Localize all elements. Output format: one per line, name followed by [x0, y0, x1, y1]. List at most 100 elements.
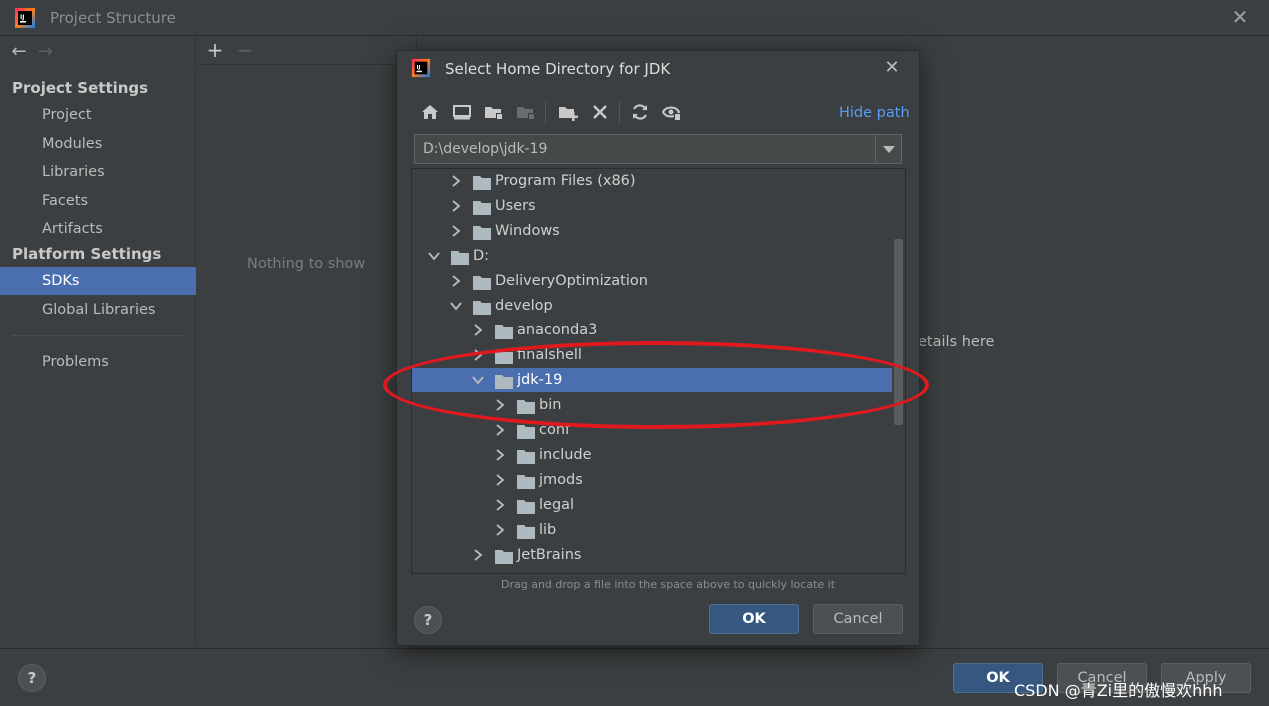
details-placeholder-text: etails here — [918, 334, 995, 350]
folder-icon — [473, 224, 491, 240]
refresh-icon[interactable] — [629, 101, 651, 123]
svg-text:IJ: IJ — [20, 14, 24, 21]
tree-row-label: finalshell — [517, 347, 582, 363]
sidebar-item-sdks[interactable]: SDKs — [0, 267, 196, 295]
remove-sdk-button[interactable]: − — [235, 39, 255, 61]
folder-icon — [517, 523, 535, 539]
sidebar-separator — [12, 335, 184, 336]
project-folder-icon[interactable] — [483, 101, 505, 123]
dialog-ok-button[interactable]: OK — [709, 604, 799, 634]
path-dropdown-arrow[interactable] — [875, 135, 901, 163]
intellij-logo-icon: IJ — [411, 58, 431, 78]
chevron-right-icon[interactable] — [493, 493, 507, 517]
forward-arrow-icon[interactable]: → — [34, 41, 56, 63]
chevron-down-icon[interactable] — [449, 294, 463, 318]
add-sdk-button[interactable]: + — [205, 39, 225, 61]
chevron-right-icon[interactable] — [449, 194, 463, 218]
folder-icon — [451, 249, 469, 265]
chevron-right-icon[interactable] — [493, 393, 507, 417]
folder-icon — [495, 548, 513, 564]
tree-row-label: DeliveryOptimization — [495, 273, 648, 289]
tree-row[interactable]: JetBrains — [412, 543, 892, 567]
tree-row[interactable]: DeliveryOptimization — [412, 269, 892, 293]
back-arrow-icon[interactable]: ← — [8, 41, 30, 63]
tree-row[interactable]: finalshell — [412, 343, 892, 367]
chevron-right-icon[interactable] — [471, 318, 485, 342]
tree-row[interactable]: Windows — [412, 219, 892, 243]
show-hidden-icon[interactable] — [661, 101, 683, 123]
project-settings-heading: Project Settings — [12, 79, 149, 97]
tree-row[interactable]: jmods — [412, 468, 892, 492]
folder-icon — [517, 498, 535, 514]
sidebar-item-libraries[interactable]: Libraries — [0, 158, 196, 186]
tree-row[interactable]: D: — [412, 244, 892, 268]
sidebar-item-problems[interactable]: Problems — [0, 348, 196, 376]
tree-row[interactable]: anaconda3 — [412, 318, 892, 342]
tree-row[interactable]: lib — [412, 518, 892, 542]
folder-icon — [495, 348, 513, 364]
tree-row-label: lib — [539, 522, 557, 538]
chevron-right-icon[interactable] — [493, 443, 507, 467]
delete-icon[interactable] — [589, 101, 611, 123]
path-input[interactable] — [415, 135, 875, 163]
folder-icon — [517, 473, 535, 489]
sidebar-item-project[interactable]: Project — [0, 101, 196, 129]
tree-row[interactable]: Program Files (x86) — [412, 169, 892, 193]
folder-icon — [473, 199, 491, 215]
drag-drop-hint: Drag and drop a file into the space abov… — [501, 578, 836, 591]
chevron-right-icon[interactable] — [493, 468, 507, 492]
folder-icon — [473, 274, 491, 290]
module-folder-icon[interactable] — [515, 101, 537, 123]
help-button[interactable]: ? — [18, 664, 46, 692]
tree-row-label: Windows — [495, 223, 560, 239]
chevron-right-icon[interactable] — [449, 219, 463, 243]
chevron-right-icon[interactable] — [493, 518, 507, 542]
dialog-close-button[interactable]: ✕ — [881, 57, 903, 79]
tree-row-label: D: — [473, 248, 490, 264]
chevron-down-icon[interactable] — [471, 368, 485, 392]
select-jdk-dialog: IJ Select Home Directory for JDK ✕ Hide … — [396, 50, 920, 646]
file-tree: Program Files (x86) Users Windows D: Deliver… — [411, 168, 906, 574]
folder-icon — [495, 373, 513, 389]
tree-scrollbar[interactable] — [894, 239, 903, 425]
sidebar-item-facets[interactable]: Facets — [0, 187, 196, 215]
chevron-right-icon[interactable] — [449, 169, 463, 193]
csdn-watermark: CSDN @青Zi里的傲慢欢hhh — [1014, 681, 1223, 700]
svg-text:IJ: IJ — [416, 65, 420, 71]
nav-arrows: ← → — [8, 41, 56, 63]
chevron-right-icon[interactable] — [493, 418, 507, 442]
tree-row[interactable]: Users — [412, 194, 892, 218]
tree-row-label: legal — [539, 497, 575, 513]
chevron-down-icon[interactable] — [427, 244, 441, 268]
tree-row[interactable]: bin — [412, 393, 892, 417]
desktop-icon[interactable] — [451, 101, 473, 123]
intellij-logo-icon: IJ — [15, 8, 35, 28]
tree-row[interactable]: conf — [412, 418, 892, 442]
platform-settings-heading: Platform Settings — [12, 245, 162, 263]
tree-row[interactable]: jdk-19 — [412, 368, 892, 392]
sidebar-item-modules[interactable]: Modules — [0, 130, 196, 158]
hide-path-link[interactable]: Hide path — [839, 105, 910, 121]
tree-row[interactable]: legal — [412, 493, 892, 517]
folder-icon — [495, 323, 513, 339]
sidebar-item-global-libraries[interactable]: Global Libraries — [0, 296, 196, 324]
window-close-button[interactable]: ✕ — [1230, 6, 1250, 28]
chevron-right-icon[interactable] — [471, 343, 485, 367]
dialog-cancel-button[interactable]: Cancel — [813, 604, 903, 634]
folder-icon — [517, 423, 535, 439]
sidebar-item-artifacts[interactable]: Artifacts — [0, 215, 196, 243]
dialog-title: Select Home Directory for JDK — [445, 60, 671, 78]
tree-row-label: develop — [495, 298, 553, 314]
window-titlebar: IJ Project Structure ✕ — [0, 0, 1269, 36]
folder-icon — [473, 174, 491, 190]
tree-row-label: Users — [495, 198, 536, 214]
dialog-help-button[interactable]: ? — [414, 606, 442, 634]
sdk-list-panel: + − Nothing to show — [197, 37, 417, 647]
chevron-right-icon[interactable] — [471, 543, 485, 567]
tree-row-label: Program Files (x86) — [495, 173, 636, 189]
new-folder-icon[interactable] — [557, 101, 579, 123]
chevron-right-icon[interactable] — [449, 269, 463, 293]
tree-row[interactable]: develop — [412, 294, 892, 318]
tree-row[interactable]: include — [412, 443, 892, 467]
home-icon[interactable] — [419, 101, 441, 123]
